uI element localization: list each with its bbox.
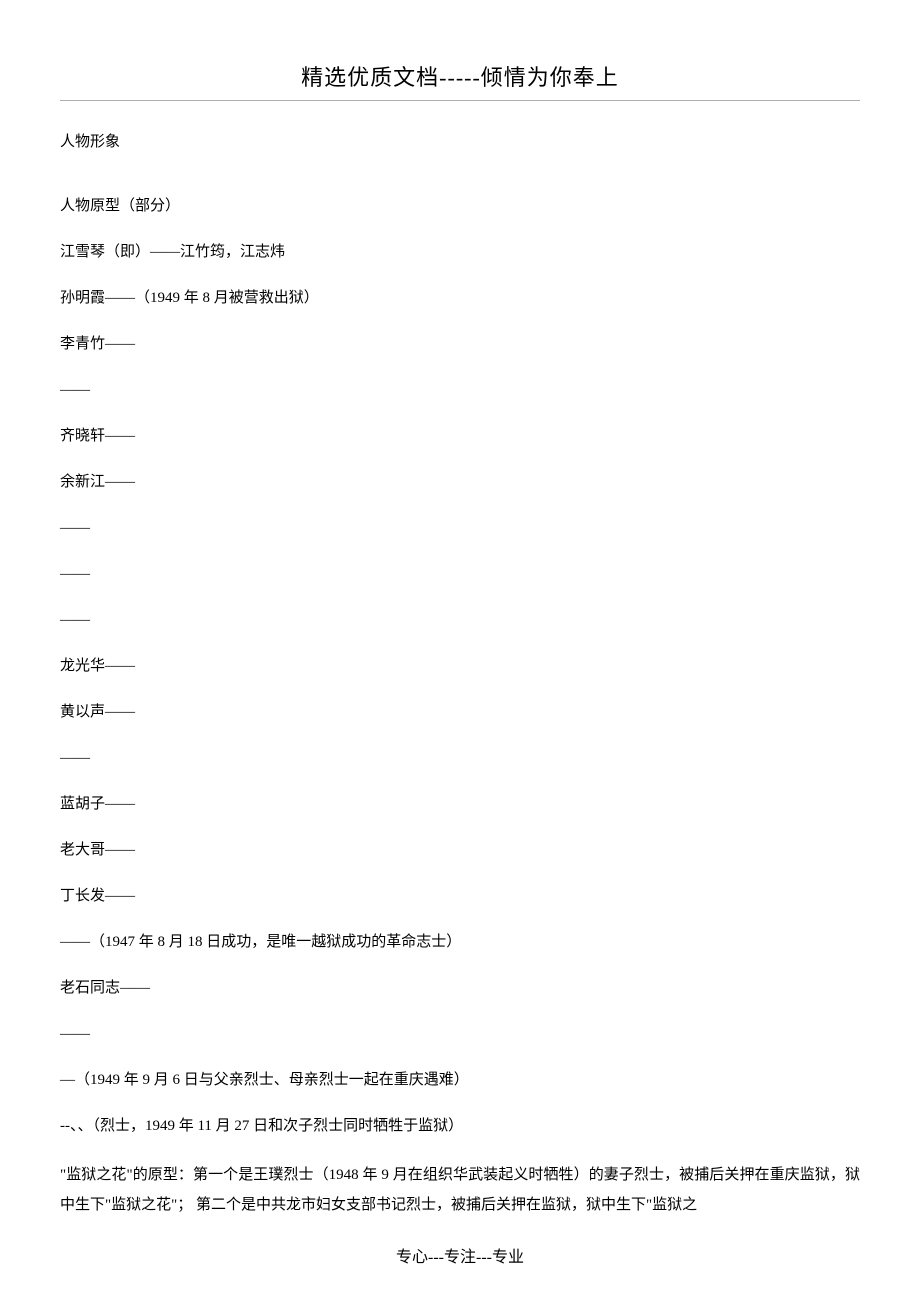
text-line: ——: [60, 378, 860, 402]
text-line: 人物原型（部分）: [60, 194, 860, 218]
document-page: 精选优质文档-----倾情为你奉上 人物形象 人物原型（部分） 江雪琴（即）——…: [0, 0, 920, 1282]
section-heading: 人物形象: [60, 131, 860, 154]
text-line: 蓝胡子——: [60, 792, 860, 816]
text-line: 齐晓轩——: [60, 424, 860, 448]
text-line: 老大哥——: [60, 838, 860, 862]
text-line: ——: [60, 516, 860, 540]
text-line: 龙光华——: [60, 654, 860, 678]
body-paragraph: "监狱之花"的原型：第一个是王璞烈士（1948 年 9 月在组织华武装起义时牺牲…: [60, 1160, 860, 1220]
text-line: 李青竹——: [60, 332, 860, 356]
text-line: ——: [60, 562, 860, 586]
text-line: 余新江——: [60, 470, 860, 494]
text-line: 丁长发——: [60, 884, 860, 908]
text-line: ——: [60, 746, 860, 770]
text-line: 黄以声——: [60, 700, 860, 724]
text-line: —（1949 年 9 月 6 日与父亲烈士、母亲烈士一起在重庆遇难）: [60, 1068, 860, 1092]
text-line: 孙明霞——（1949 年 8 月被营救出狱）: [60, 286, 860, 310]
page-footer: 专心---专注---专业: [0, 1243, 920, 1267]
text-line: 老石同志——: [60, 976, 860, 1000]
text-line: ——: [60, 1022, 860, 1046]
text-line: ——（1947 年 8 月 18 日成功，是唯一越狱成功的革命志士）: [60, 930, 860, 954]
text-line: ——: [60, 608, 860, 632]
text-line: 江雪琴（即）——江竹筠，江志炜: [60, 240, 860, 264]
page-header-title: 精选优质文档-----倾情为你奉上: [60, 60, 860, 92]
text-line: --、、（烈士，1949 年 11 月 27 日和次子烈士同时牺牲于监狱）: [60, 1114, 860, 1138]
header-divider: [60, 100, 860, 101]
